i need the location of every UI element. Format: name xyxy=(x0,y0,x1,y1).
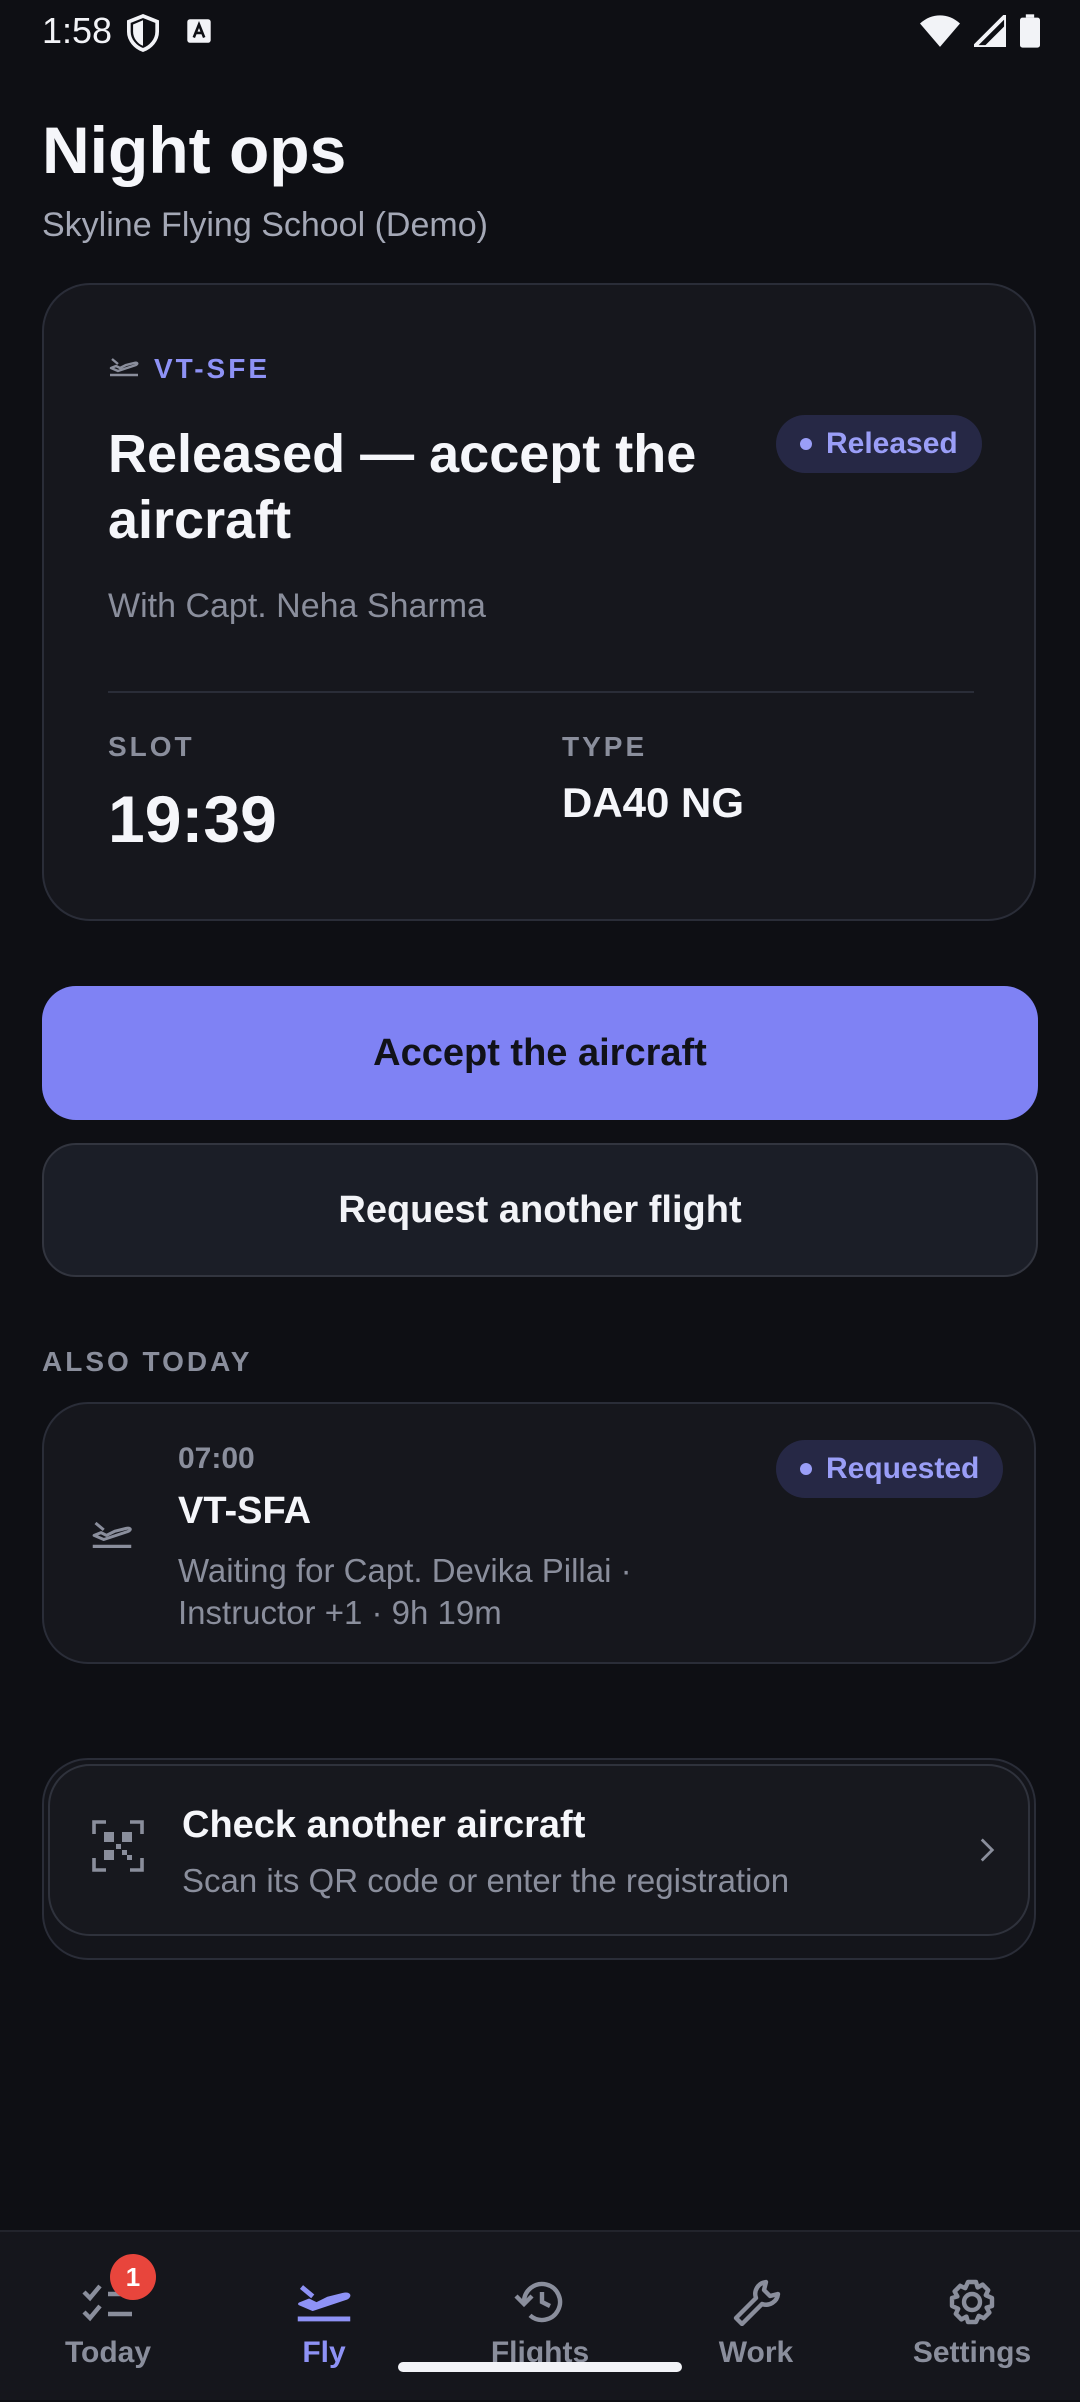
nav-fly[interactable]: Fly xyxy=(216,2232,432,2402)
chevron-right-icon xyxy=(978,1836,996,1869)
plane-takeoff-icon xyxy=(108,355,140,384)
check-another-aircraft-card[interactable]: Check another aircraft Scan its QR code … xyxy=(42,1758,1036,1960)
status-badge-label: Released xyxy=(826,427,958,460)
bottom-navigation: 1 Today Fly Flights Work Settings xyxy=(0,2230,1080,2400)
status-dot xyxy=(800,438,812,450)
nav-work[interactable]: Work xyxy=(648,2232,864,2402)
gear-icon xyxy=(942,2278,1002,2331)
status-badge: Requested xyxy=(776,1440,1004,1498)
flight-time: 07:00 xyxy=(178,1442,255,1475)
status-indicators xyxy=(920,10,1040,53)
instructor-text: With Capt. Neha Sharma xyxy=(108,587,486,625)
history-icon xyxy=(510,2278,570,2331)
nav-label: Today xyxy=(64,2336,152,2369)
request-another-flight-button[interactable]: Request another flight xyxy=(42,1143,1038,1277)
shield-icon xyxy=(126,14,160,57)
status-time: 1:58 xyxy=(42,10,113,51)
nav-today[interactable]: 1 Today xyxy=(0,2232,216,2402)
type-label: TYPE xyxy=(562,731,648,762)
current-flight-card[interactable]: VT-SFE Released — accept the aircraft Re… xyxy=(42,283,1036,921)
wifi-icon xyxy=(920,15,960,52)
wrench-icon xyxy=(726,2278,786,2331)
check-another-aircraft-button[interactable]: Check another aircraft Scan its QR code … xyxy=(48,1764,1030,1936)
battery-icon xyxy=(1020,14,1040,53)
also-today-label: ALSO TODAY xyxy=(42,1346,253,1377)
slot-label: SLOT xyxy=(108,731,195,762)
status-badge-label: Requested xyxy=(826,1452,980,1485)
page-title: Night ops xyxy=(42,113,347,187)
check-aircraft-title: Check another aircraft xyxy=(182,1804,586,1846)
plane-takeoff-icon xyxy=(294,2278,354,2331)
also-today-flight-card[interactable]: 07:00 VT-SFA Waiting for Capt. Devika Pi… xyxy=(42,1402,1036,1664)
page-subtitle: Skyline Flying School (Demo) xyxy=(42,206,488,244)
aircraft-registration: VT-SFE xyxy=(154,353,271,384)
flight-description: Waiting for Capt. Devika Pillai · Instru… xyxy=(178,1552,632,1631)
flight-registration: VT-SFA xyxy=(178,1490,312,1532)
nav-settings[interactable]: Settings xyxy=(864,2232,1080,2402)
home-indicator[interactable] xyxy=(398,2362,682,2372)
keyboard-icon xyxy=(186,18,212,49)
type-value: DA40 NG xyxy=(562,779,745,826)
nav-flights[interactable]: Flights xyxy=(432,2232,648,2402)
signal-icon xyxy=(969,10,1008,52)
plane-takeoff-icon xyxy=(90,1516,134,1557)
slot-value: 19:39 xyxy=(108,782,277,856)
accept-aircraft-button[interactable]: Accept the aircraft xyxy=(42,986,1038,1120)
card-divider xyxy=(108,691,974,693)
status-bar: 1:58 xyxy=(0,0,1080,64)
nav-label: Settings xyxy=(912,2336,1032,2369)
qr-code-icon xyxy=(92,1820,144,1877)
status-badge: Released xyxy=(776,415,982,473)
check-aircraft-subtitle: Scan its QR code or enter the registrati… xyxy=(182,1862,790,1899)
status-dot xyxy=(800,1463,812,1475)
flight-status-heading: Released — accept the aircraft xyxy=(108,424,697,550)
registration-line: VT-SFE xyxy=(108,353,270,385)
notification-badge: 1 xyxy=(110,2254,156,2300)
